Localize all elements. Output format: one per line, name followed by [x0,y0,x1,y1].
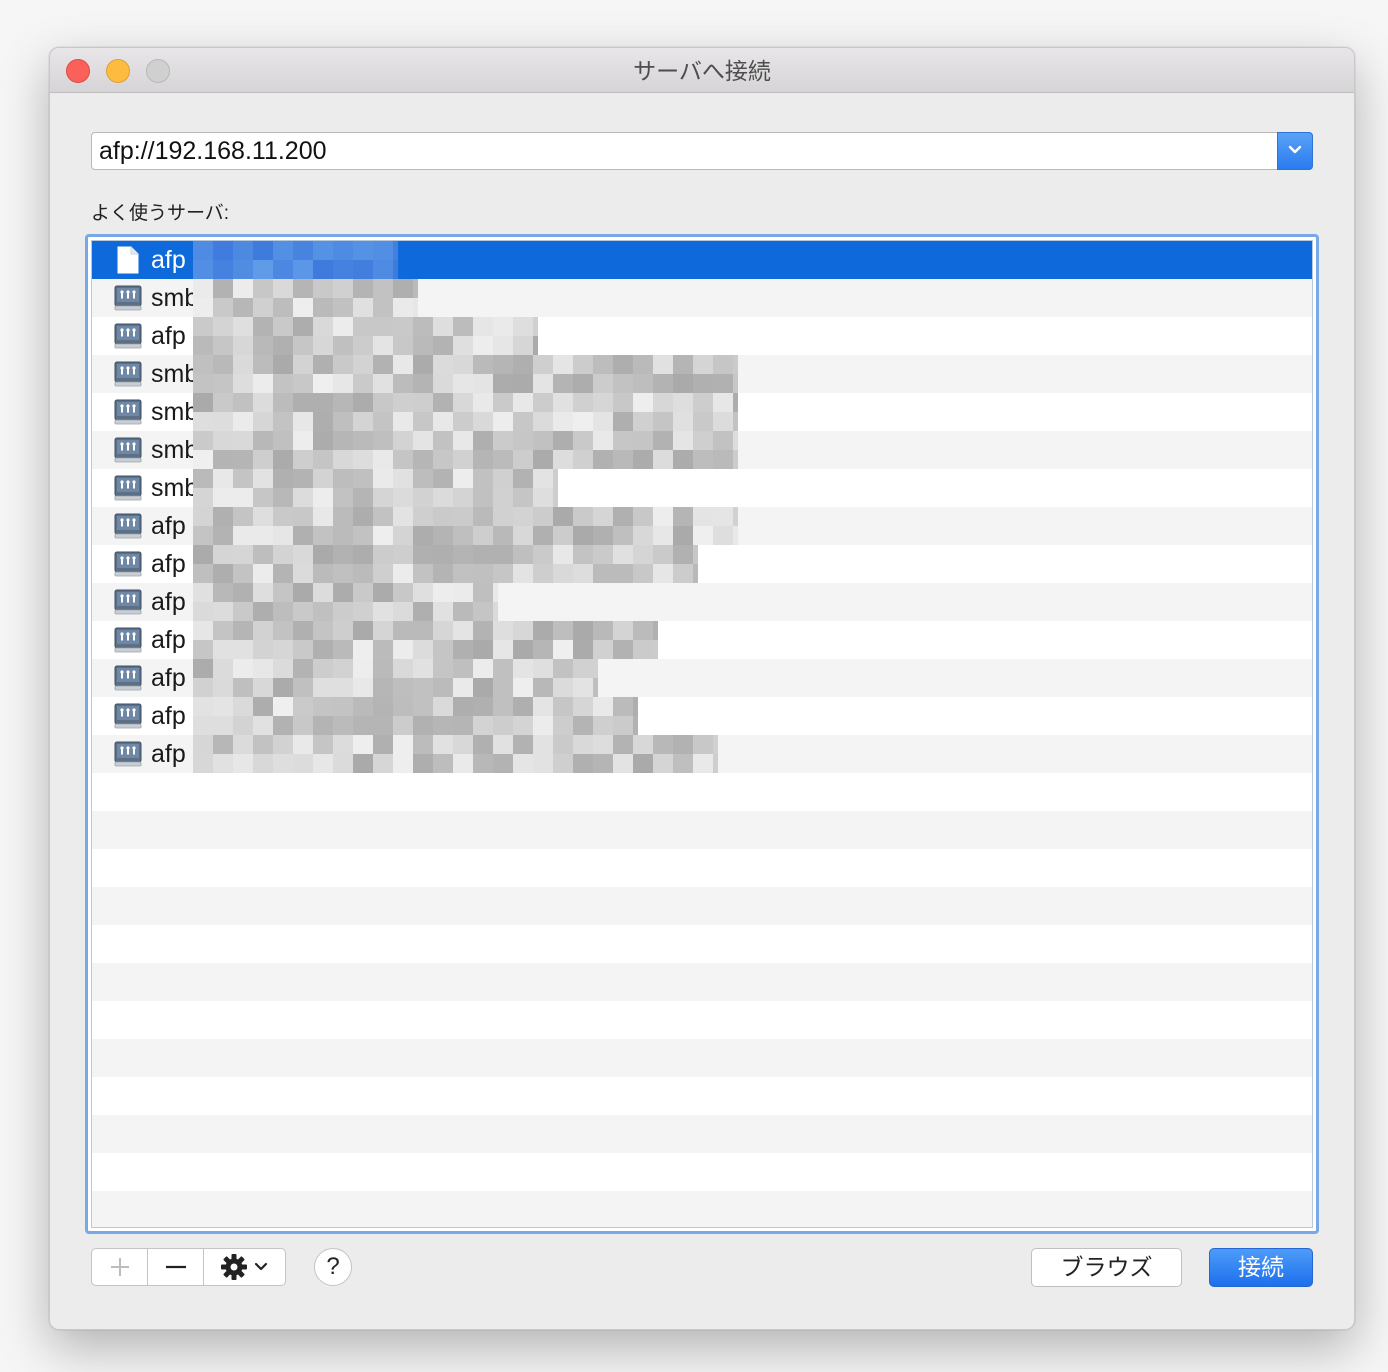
server-protocol-label: afp [151,512,186,540]
server-protocol-label: afp [151,246,186,274]
action-menu-button[interactable] [204,1249,285,1285]
server-protocol-label: smb [151,284,193,312]
server-list-item[interactable]: afp [92,507,1312,545]
network-server-icon [114,513,142,539]
empty-list-row [92,811,1312,849]
redacted-server-address [193,659,598,697]
empty-list-row [92,925,1312,963]
empty-list-row [92,963,1312,1001]
empty-list-row [92,1191,1312,1227]
empty-list-row [92,1115,1312,1153]
empty-list-row [92,1039,1312,1077]
redacted-server-address [193,431,738,469]
redacted-server-address [193,735,718,773]
favorite-servers-label: よく使うサーバ: [91,203,230,224]
server-address-input[interactable] [92,133,1276,169]
server-protocol-label: afp [151,588,186,616]
empty-list-row [92,1153,1312,1191]
network-server-icon [114,741,142,767]
favorite-servers-list[interactable]: afp smb afp smb smb smb smb afp afp afp afp afp afp a… [91,240,1313,1228]
gear-icon [221,1254,268,1280]
network-server-icon [114,627,142,653]
server-list-item[interactable]: smb [92,393,1312,431]
network-server-icon [114,437,142,463]
connect-button[interactable]: 接続 [1209,1248,1313,1287]
favorite-servers-list-focus-ring: afp smb afp smb smb smb smb afp afp afp afp afp afp a… [85,234,1319,1234]
empty-list-row [92,1077,1312,1115]
window-title: サーバへ接続 [633,58,771,84]
redacted-server-address [193,545,698,583]
chevron-down-icon [1288,145,1302,154]
server-protocol-label: afp [151,664,186,692]
server-protocol-label: afp [151,322,186,350]
server-list-item[interactable]: afp [92,583,1312,621]
server-list-item[interactable]: smb [92,469,1312,507]
redacted-server-address [193,355,738,393]
network-server-icon [114,703,142,729]
server-list-item[interactable]: afp [92,697,1312,735]
server-protocol-label: smb [151,360,193,388]
plus-icon [111,1258,129,1276]
network-server-icon [114,589,142,615]
network-server-icon [114,399,142,425]
minus-icon [166,1265,186,1269]
server-list-item[interactable]: afp [92,317,1312,355]
empty-list-row [92,887,1312,925]
redacted-server-address [193,317,538,355]
redacted-server-address [193,241,398,279]
server-list-item[interactable]: afp [92,621,1312,659]
titlebar: サーバへ接続 [50,48,1354,93]
help-button[interactable]: ? [314,1248,352,1286]
network-server-icon [114,551,142,577]
network-server-icon [114,475,142,501]
network-server-icon [114,323,142,349]
chevron-down-icon [254,1262,268,1271]
redacted-server-address [193,393,738,431]
browse-button[interactable]: ブラウズ [1031,1248,1182,1287]
add-server-button [92,1249,148,1285]
server-protocol-label: afp [151,740,186,768]
server-list-item[interactable]: smb [92,355,1312,393]
address-history-dropdown-button[interactable] [1277,132,1313,170]
document-icon [117,246,139,274]
server-protocol-label: afp [151,550,186,578]
empty-list-row [92,849,1312,887]
remove-server-button[interactable] [148,1249,204,1285]
server-protocol-label: afp [151,626,186,654]
network-server-icon [114,665,142,691]
network-server-icon [114,361,142,387]
server-list-item[interactable]: afp [92,545,1312,583]
redacted-server-address [193,583,498,621]
empty-list-row [92,773,1312,811]
network-server-icon [114,285,142,311]
server-protocol-label: smb [151,398,193,426]
server-protocol-label: afp [151,702,186,730]
server-protocol-label: smb [151,436,193,464]
redacted-server-address [193,469,558,507]
redacted-server-address [193,279,418,317]
redacted-server-address [193,507,738,545]
list-edit-controls [91,1248,286,1286]
connect-to-server-window: サーバへ接続 よく使うサーバ: afpsmbafpsmbsmbsmbsmbafp… [49,47,1355,1330]
redacted-server-address [193,621,658,659]
server-list-item[interactable]: afp [92,735,1312,773]
server-list-item[interactable]: afp [92,659,1312,697]
server-list-item[interactable]: smb [92,279,1312,317]
redacted-server-address [193,697,638,735]
server-list-item[interactable]: afp [92,241,1312,279]
server-address-combobox[interactable] [91,132,1313,170]
empty-list-row [92,1001,1312,1039]
server-protocol-label: smb [151,474,193,502]
server-list-item[interactable]: smb [92,431,1312,469]
